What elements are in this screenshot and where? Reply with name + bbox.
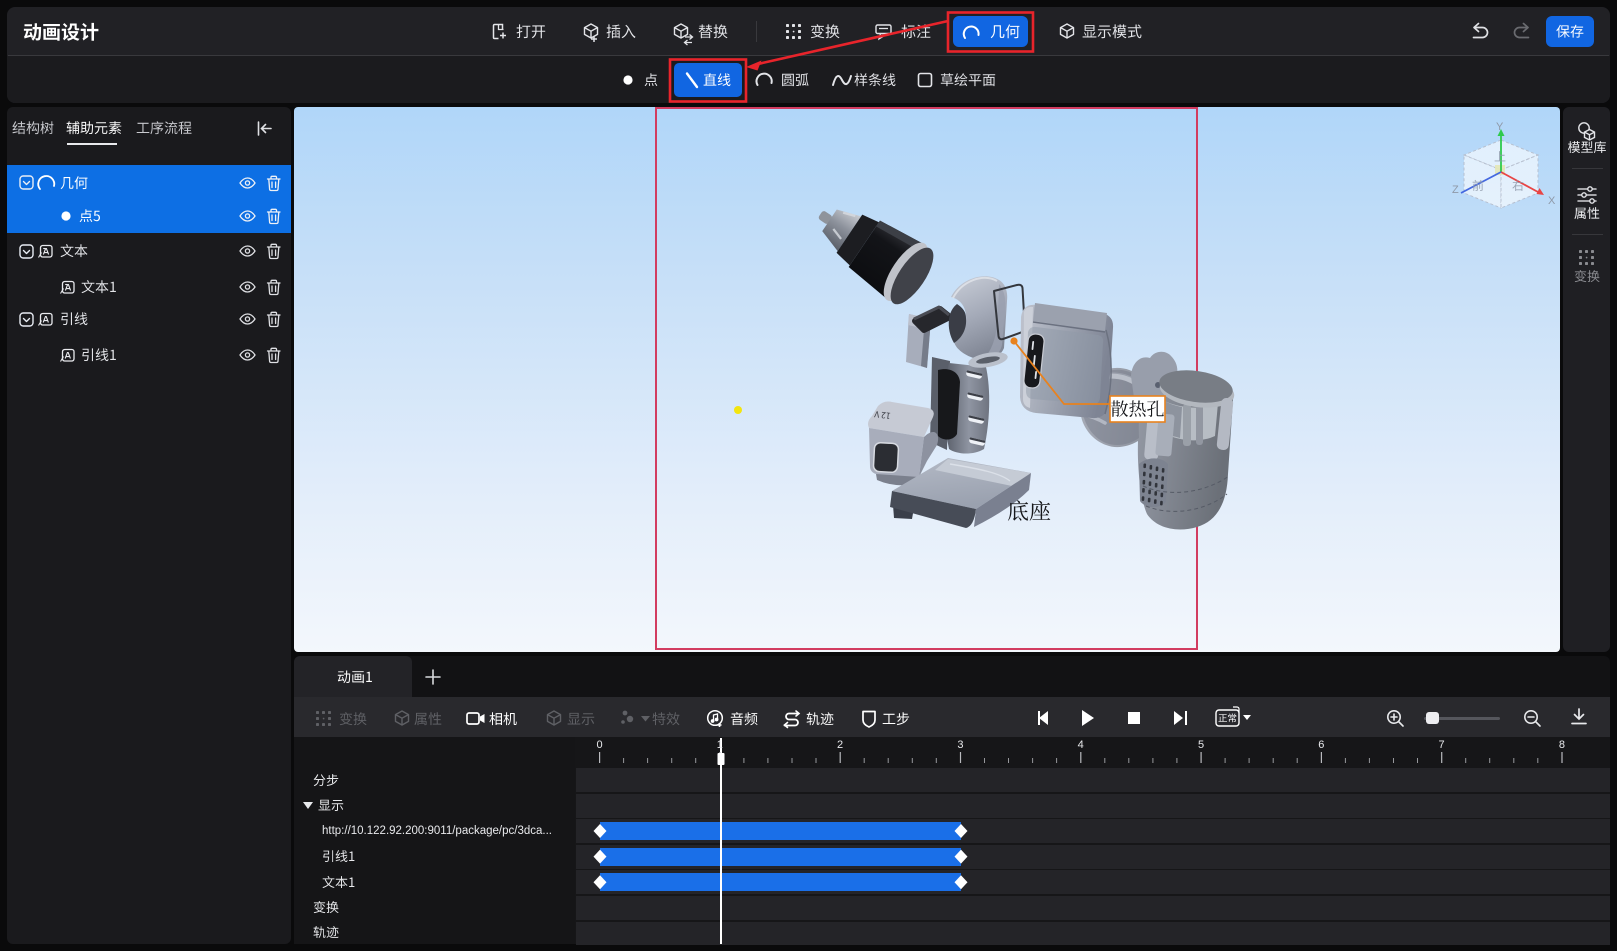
svg-text:Y: Y bbox=[1496, 121, 1504, 133]
svg-text:0: 0 bbox=[596, 739, 602, 751]
svg-text:2: 2 bbox=[837, 739, 843, 751]
svg-text:7: 7 bbox=[1439, 739, 1445, 751]
svg-text:1: 1 bbox=[717, 739, 723, 751]
svg-text:4: 4 bbox=[1078, 739, 1084, 751]
svg-text:Z: Z bbox=[1452, 184, 1459, 196]
svg-text:8: 8 bbox=[1559, 739, 1565, 751]
svg-text:3: 3 bbox=[957, 739, 963, 751]
svg-text:6: 6 bbox=[1318, 739, 1324, 751]
svg-text:5: 5 bbox=[1198, 739, 1204, 751]
svg-text:X: X bbox=[1548, 195, 1556, 207]
